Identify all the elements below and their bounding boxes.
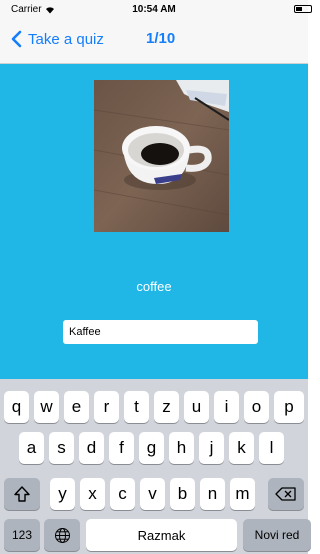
return-key[interactable]: Novi red — [243, 519, 311, 551]
key-s[interactable]: s — [49, 432, 74, 464]
key-c[interactable]: c — [110, 478, 135, 510]
globe-icon — [54, 527, 70, 543]
page-title: 1/10 — [146, 30, 176, 47]
key-g[interactable]: g — [139, 432, 164, 464]
key-o[interactable]: o — [244, 391, 269, 423]
keyboard: q w e r t z u i o p a s d f g h j k l y … — [0, 379, 311, 554]
status-bar: Carrier 10:54 AM — [0, 0, 312, 18]
back-button-label: Take a quiz — [28, 30, 104, 48]
key-h[interactable]: h — [169, 432, 194, 464]
quiz-photo — [94, 80, 229, 232]
numbers-key[interactable]: 123 — [4, 519, 40, 551]
key-r[interactable]: r — [94, 391, 119, 423]
key-w[interactable]: w — [34, 391, 59, 423]
back-button[interactable]: Take a quiz — [8, 29, 104, 49]
key-y[interactable]: y — [50, 478, 75, 510]
key-u[interactable]: u — [184, 391, 209, 423]
key-p[interactable]: p — [274, 391, 304, 423]
backspace-icon — [275, 487, 296, 501]
delete-key[interactable] — [268, 478, 304, 510]
key-b[interactable]: b — [170, 478, 195, 510]
key-t[interactable]: t — [124, 391, 149, 423]
key-m[interactable]: m — [230, 478, 255, 510]
key-x[interactable]: x — [80, 478, 105, 510]
key-v[interactable]: v — [140, 478, 165, 510]
space-key[interactable]: Razmak — [86, 519, 237, 551]
globe-key[interactable] — [44, 519, 80, 551]
status-time: 10:54 AM — [132, 4, 176, 15]
navigation-bar: Take a quiz 1/10 — [0, 18, 308, 64]
battery-icon — [294, 5, 312, 13]
key-a[interactable]: a — [19, 432, 44, 464]
key-k[interactable]: k — [229, 432, 254, 464]
key-q[interactable]: q — [4, 391, 29, 423]
key-n[interactable]: n — [200, 478, 225, 510]
quiz-word: coffee — [136, 279, 172, 294]
shift-icon — [14, 486, 30, 502]
quiz-content: coffee — [0, 64, 308, 379]
key-d[interactable]: d — [79, 432, 104, 464]
shift-key[interactable] — [4, 478, 40, 510]
key-l[interactable]: l — [259, 432, 284, 464]
key-e[interactable]: e — [64, 391, 89, 423]
key-f[interactable]: f — [109, 432, 134, 464]
key-j[interactable]: j — [199, 432, 224, 464]
key-i[interactable]: i — [214, 391, 239, 423]
answer-input[interactable] — [63, 320, 258, 344]
chevron-left-icon — [11, 30, 22, 48]
key-z[interactable]: z — [154, 391, 179, 423]
